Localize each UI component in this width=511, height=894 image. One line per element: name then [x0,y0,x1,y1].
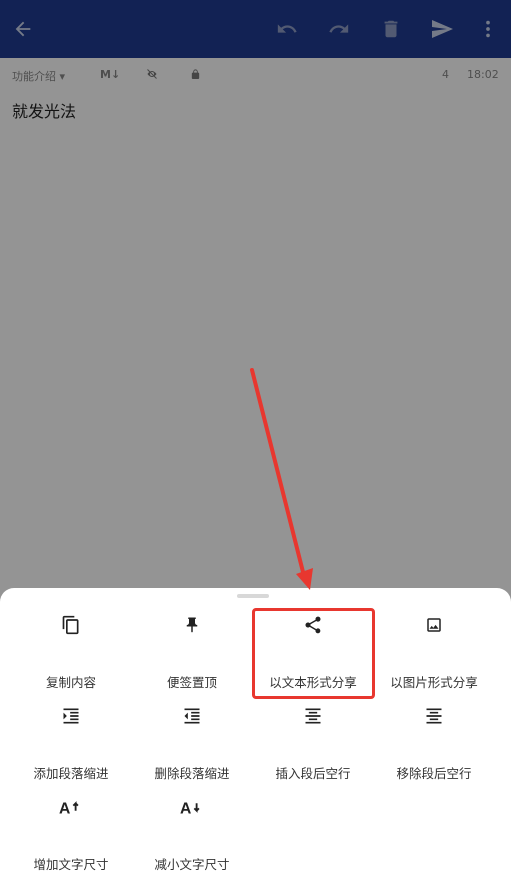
svg-text:A: A [59,800,70,817]
increase-font-size-button[interactable]: A 增加文字尺寸 [11,782,131,872]
pin-note-button[interactable]: 便签置顶 [132,600,252,690]
indent-decrease-icon [184,708,200,724]
share-text-highlight-box [252,608,375,699]
font-size-decrease-icon: A [180,800,200,817]
svg-text:A: A [180,800,191,817]
indent-increase-icon [63,708,79,724]
insert-blank-line-label: 插入段后空行 [275,766,351,781]
add-indent-button[interactable]: 添加段落缩进 [11,691,131,781]
decrease-font-size-button[interactable]: A 减小文字尺寸 [132,782,252,872]
image-icon [427,618,441,632]
decrease-font-size-label: 减小文字尺寸 [154,857,230,872]
copy-icon [62,615,79,635]
remove-blank-line-icon [426,708,442,724]
copy-content-label: 复制内容 [45,675,96,690]
remove-blank-line-label: 移除段后空行 [396,766,472,781]
share-as-image-button[interactable]: 以图片形式分享 [374,600,494,690]
insert-blank-line-icon [305,708,321,724]
remove-indent-button[interactable]: 删除段落缩进 [132,691,252,781]
remove-indent-label: 删除段落缩进 [154,766,230,781]
remove-blank-line-button[interactable]: 移除段后空行 [374,691,494,781]
font-size-increase-icon: A [59,800,79,817]
copy-content-button[interactable]: 复制内容 [11,600,131,690]
insert-blank-line-button[interactable]: 插入段后空行 [253,691,373,781]
add-indent-label: 添加段落缩进 [33,766,109,781]
pin-icon [186,617,198,633]
pin-note-label: 便签置顶 [166,675,217,690]
increase-font-size-label: 增加文字尺寸 [33,857,109,872]
share-as-image-label: 以图片形式分享 [390,675,478,690]
sheet-drag-handle[interactable] [237,594,269,598]
